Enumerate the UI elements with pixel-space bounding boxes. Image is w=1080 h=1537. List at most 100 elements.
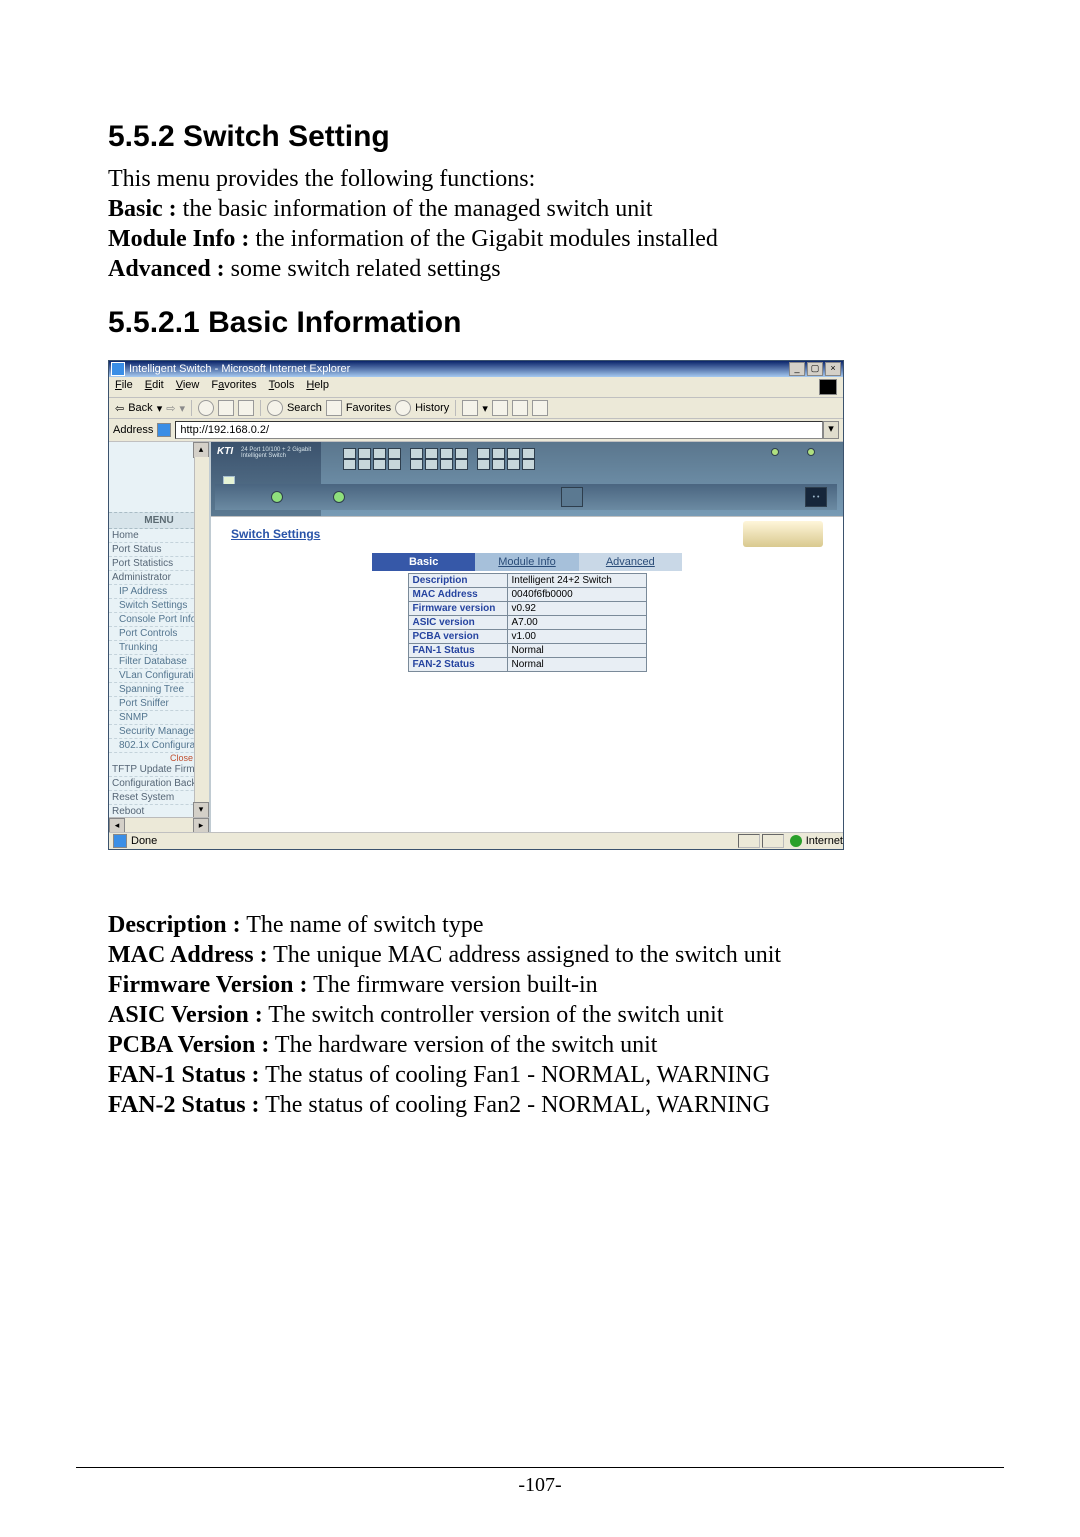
table-row: ASIC versionA7.00 xyxy=(408,616,646,630)
favorites-button[interactable]: Favorites xyxy=(346,402,391,414)
back-arrow-icon[interactable]: ⇦ xyxy=(115,402,124,415)
favorites-icon[interactable] xyxy=(326,400,342,416)
definition-list: Description : The name of switch type MA… xyxy=(108,910,972,1120)
basic-info-table: DescriptionIntelligent 24+2 Switch MAC A… xyxy=(408,573,647,672)
ie-logo-icon xyxy=(819,379,837,395)
row-label: FAN-2 Status xyxy=(408,658,507,672)
switch-port xyxy=(358,448,371,470)
module-led-icon xyxy=(807,448,815,456)
switch-port xyxy=(410,448,423,470)
status-segment xyxy=(762,834,784,848)
table-row: DescriptionIntelligent 24+2 Switch xyxy=(408,574,646,588)
module-led-icon xyxy=(771,448,779,456)
address-label: Address xyxy=(113,424,153,436)
switch-port xyxy=(492,448,505,470)
menu-edit[interactable]: Edit xyxy=(145,379,164,395)
def-row: FAN-2 Status : The status of cooling Fan… xyxy=(108,1090,972,1120)
refresh-icon[interactable] xyxy=(218,400,234,416)
def-row: MAC Address : The unique MAC address ass… xyxy=(108,940,972,970)
menu-view[interactable]: View xyxy=(176,379,200,395)
mail-icon[interactable] xyxy=(462,400,478,416)
def-row: Firmware Version : The firmware version … xyxy=(108,970,972,1000)
mail-dd-icon[interactable]: ▾ xyxy=(482,402,488,415)
row-value: A7.00 xyxy=(507,616,646,630)
close-button[interactable]: × xyxy=(825,362,841,376)
footer-rule xyxy=(76,1467,1005,1468)
menu-bar: File Edit View Favorites Tools Help xyxy=(109,377,843,398)
search-icon[interactable] xyxy=(267,400,283,416)
module-slot-icon: • • xyxy=(805,487,827,507)
window-title: Intelligent Switch - Microsoft Internet … xyxy=(129,363,789,375)
forward-dd-icon[interactable]: ▾ xyxy=(179,402,185,415)
hscroll-right-icon[interactable]: ▸ xyxy=(193,818,209,832)
switch-port xyxy=(507,448,520,470)
row-label: MAC Address xyxy=(408,588,507,602)
intro-item-module: Module Info : the information of the Gig… xyxy=(108,224,972,254)
module-slot-icon xyxy=(561,487,583,507)
scroll-track[interactable] xyxy=(194,457,209,803)
def-row: PCBA Version : The hardware version of t… xyxy=(108,1030,972,1060)
def-row: FAN-1 Status : The status of cooling Fan… xyxy=(108,1060,972,1090)
page-icon xyxy=(157,423,171,437)
back-button[interactable]: Back xyxy=(128,402,152,414)
switch-port xyxy=(440,448,453,470)
decorative-art-icon xyxy=(743,521,823,547)
def-row: Description : The name of switch type xyxy=(108,910,972,940)
maximize-button[interactable]: ▢ xyxy=(807,362,823,376)
brand-label: KTI xyxy=(217,446,233,457)
content-pane: KTI 24 Port 10/100 + 2 Gigabit Intellige… xyxy=(211,442,843,832)
row-value: Normal xyxy=(507,644,646,658)
status-led-icon xyxy=(271,491,283,503)
row-label: Description xyxy=(408,574,507,588)
menu-file[interactable]: File xyxy=(115,379,133,395)
row-label: PCBA version xyxy=(408,630,507,644)
ie-window: Intelligent Switch - Microsoft Internet … xyxy=(108,360,844,850)
row-value: v0.92 xyxy=(507,602,646,616)
address-bar: Address http://192.168.0.2/ ▾ xyxy=(109,419,843,442)
minimize-button[interactable]: _ xyxy=(789,362,805,376)
brand-subtitle: 24 Port 10/100 + 2 Gigabit Intelligent S… xyxy=(241,447,321,459)
row-label: ASIC version xyxy=(408,616,507,630)
menu-tools[interactable]: Tools xyxy=(269,379,295,395)
tab-module-info[interactable]: Module Info xyxy=(475,553,578,571)
row-value: v1.00 xyxy=(507,630,646,644)
table-row: FAN-1 StatusNormal xyxy=(408,644,646,658)
intro-block: This menu provides the following functio… xyxy=(108,164,972,284)
table-row: FAN-2 StatusNormal xyxy=(408,658,646,672)
page-icon xyxy=(113,834,127,848)
toolbar-separator xyxy=(191,400,192,416)
search-button[interactable]: Search xyxy=(287,402,322,414)
tab-basic[interactable]: Basic xyxy=(372,553,475,571)
row-value: 0040f6fb0000 xyxy=(507,588,646,602)
back-dd-icon[interactable]: ▾ xyxy=(157,402,163,415)
hscroll-left-icon[interactable]: ◂ xyxy=(109,818,125,832)
tab-advanced[interactable]: Advanced xyxy=(579,553,682,571)
print-icon[interactable] xyxy=(492,400,508,416)
menu-help[interactable]: Help xyxy=(306,379,329,395)
status-led-icon xyxy=(333,491,345,503)
switch-front-panel: KTI 24 Port 10/100 + 2 Gigabit Intellige… xyxy=(211,442,843,517)
switch-port xyxy=(388,448,401,470)
edit-icon[interactable] xyxy=(512,400,528,416)
toolbar-separator xyxy=(455,400,456,416)
forward-arrow-icon[interactable]: ⇨ xyxy=(166,402,175,415)
history-icon[interactable] xyxy=(395,400,411,416)
address-input[interactable]: http://192.168.0.2/ xyxy=(175,421,823,439)
status-bar: Done Internet xyxy=(109,832,843,849)
stop-icon[interactable] xyxy=(198,400,214,416)
def-row: ASIC Version : The switch controller ver… xyxy=(108,1000,972,1030)
history-button[interactable]: History xyxy=(415,402,449,414)
page-number: -107- xyxy=(518,1474,561,1496)
status-segment xyxy=(738,834,760,848)
switch-port xyxy=(373,448,386,470)
row-label: Firmware version xyxy=(408,602,507,616)
discuss-icon[interactable] xyxy=(532,400,548,416)
scroll-down-icon[interactable]: ▾ xyxy=(193,802,209,818)
scroll-up-icon[interactable]: ▴ xyxy=(193,442,209,458)
ie-icon xyxy=(111,362,125,376)
address-dropdown-icon[interactable]: ▾ xyxy=(823,421,839,439)
home-icon[interactable] xyxy=(238,400,254,416)
switch-port xyxy=(425,448,438,470)
menu-favorites[interactable]: Favorites xyxy=(211,379,256,395)
table-row: Firmware versionv0.92 xyxy=(408,602,646,616)
